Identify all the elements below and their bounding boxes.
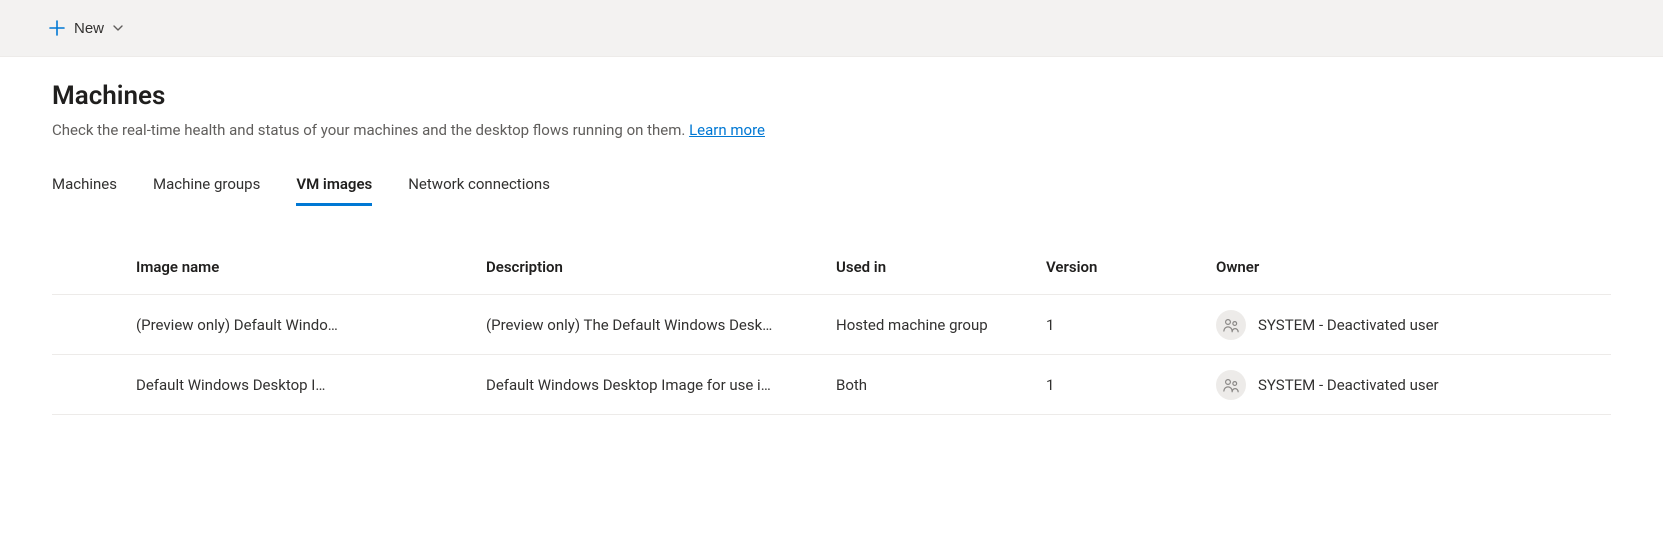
cell-used-in: Hosted machine group bbox=[836, 316, 1046, 334]
col-version[interactable]: Version bbox=[1046, 258, 1216, 276]
tab-machine-groups[interactable]: Machine groups bbox=[153, 167, 260, 207]
new-button[interactable]: New bbox=[40, 13, 132, 43]
col-used-in[interactable]: Used in bbox=[836, 258, 1046, 276]
cell-description: (Preview only) The Default Windows Desk… bbox=[486, 316, 836, 334]
tab-machines[interactable]: Machines bbox=[52, 167, 117, 207]
cell-used-in: Both bbox=[836, 376, 1046, 394]
content-area: Machines Check the real-time health and … bbox=[0, 57, 1663, 435]
cell-version: 1 bbox=[1046, 376, 1216, 394]
tab-vm-images[interactable]: VM images bbox=[296, 167, 372, 207]
avatar bbox=[1216, 370, 1246, 400]
learn-more-link[interactable]: Learn more bbox=[689, 121, 765, 139]
page-subtitle: Check the real-time health and status of… bbox=[52, 121, 1611, 139]
cell-version: 1 bbox=[1046, 316, 1216, 334]
col-description[interactable]: Description bbox=[486, 258, 836, 276]
table-header-row: Image name Description Used in Version O… bbox=[52, 239, 1611, 295]
col-image-name[interactable]: Image name bbox=[136, 258, 486, 276]
cell-image-name: (Preview only) Default Windo… bbox=[136, 316, 486, 334]
vm-images-table: Image name Description Used in Version O… bbox=[52, 239, 1611, 415]
owner-text: SYSTEM - Deactivated user bbox=[1258, 316, 1439, 334]
cell-description: Default Windows Desktop Image for use i… bbox=[486, 376, 836, 394]
table-row[interactable]: Default Windows Desktop I… Default Windo… bbox=[52, 355, 1611, 415]
plus-icon bbox=[48, 19, 66, 37]
avatar bbox=[1216, 310, 1246, 340]
chevron-down-icon bbox=[112, 22, 124, 34]
tab-network-connections[interactable]: Network connections bbox=[408, 167, 550, 207]
cell-owner: SYSTEM - Deactivated user bbox=[1216, 310, 1516, 340]
cell-owner: SYSTEM - Deactivated user bbox=[1216, 370, 1516, 400]
page-title: Machines bbox=[52, 81, 1611, 111]
tabs-container: Machines Machine groups VM images Networ… bbox=[52, 167, 1611, 207]
table-row[interactable]: (Preview only) Default Windo… (Preview o… bbox=[52, 295, 1611, 355]
subtitle-text: Check the real-time health and status of… bbox=[52, 121, 689, 139]
cell-image-name: Default Windows Desktop I… bbox=[136, 376, 486, 394]
command-bar: New bbox=[0, 0, 1663, 57]
owner-text: SYSTEM - Deactivated user bbox=[1258, 376, 1439, 394]
new-button-label: New bbox=[74, 20, 104, 37]
col-owner[interactable]: Owner bbox=[1216, 258, 1516, 276]
